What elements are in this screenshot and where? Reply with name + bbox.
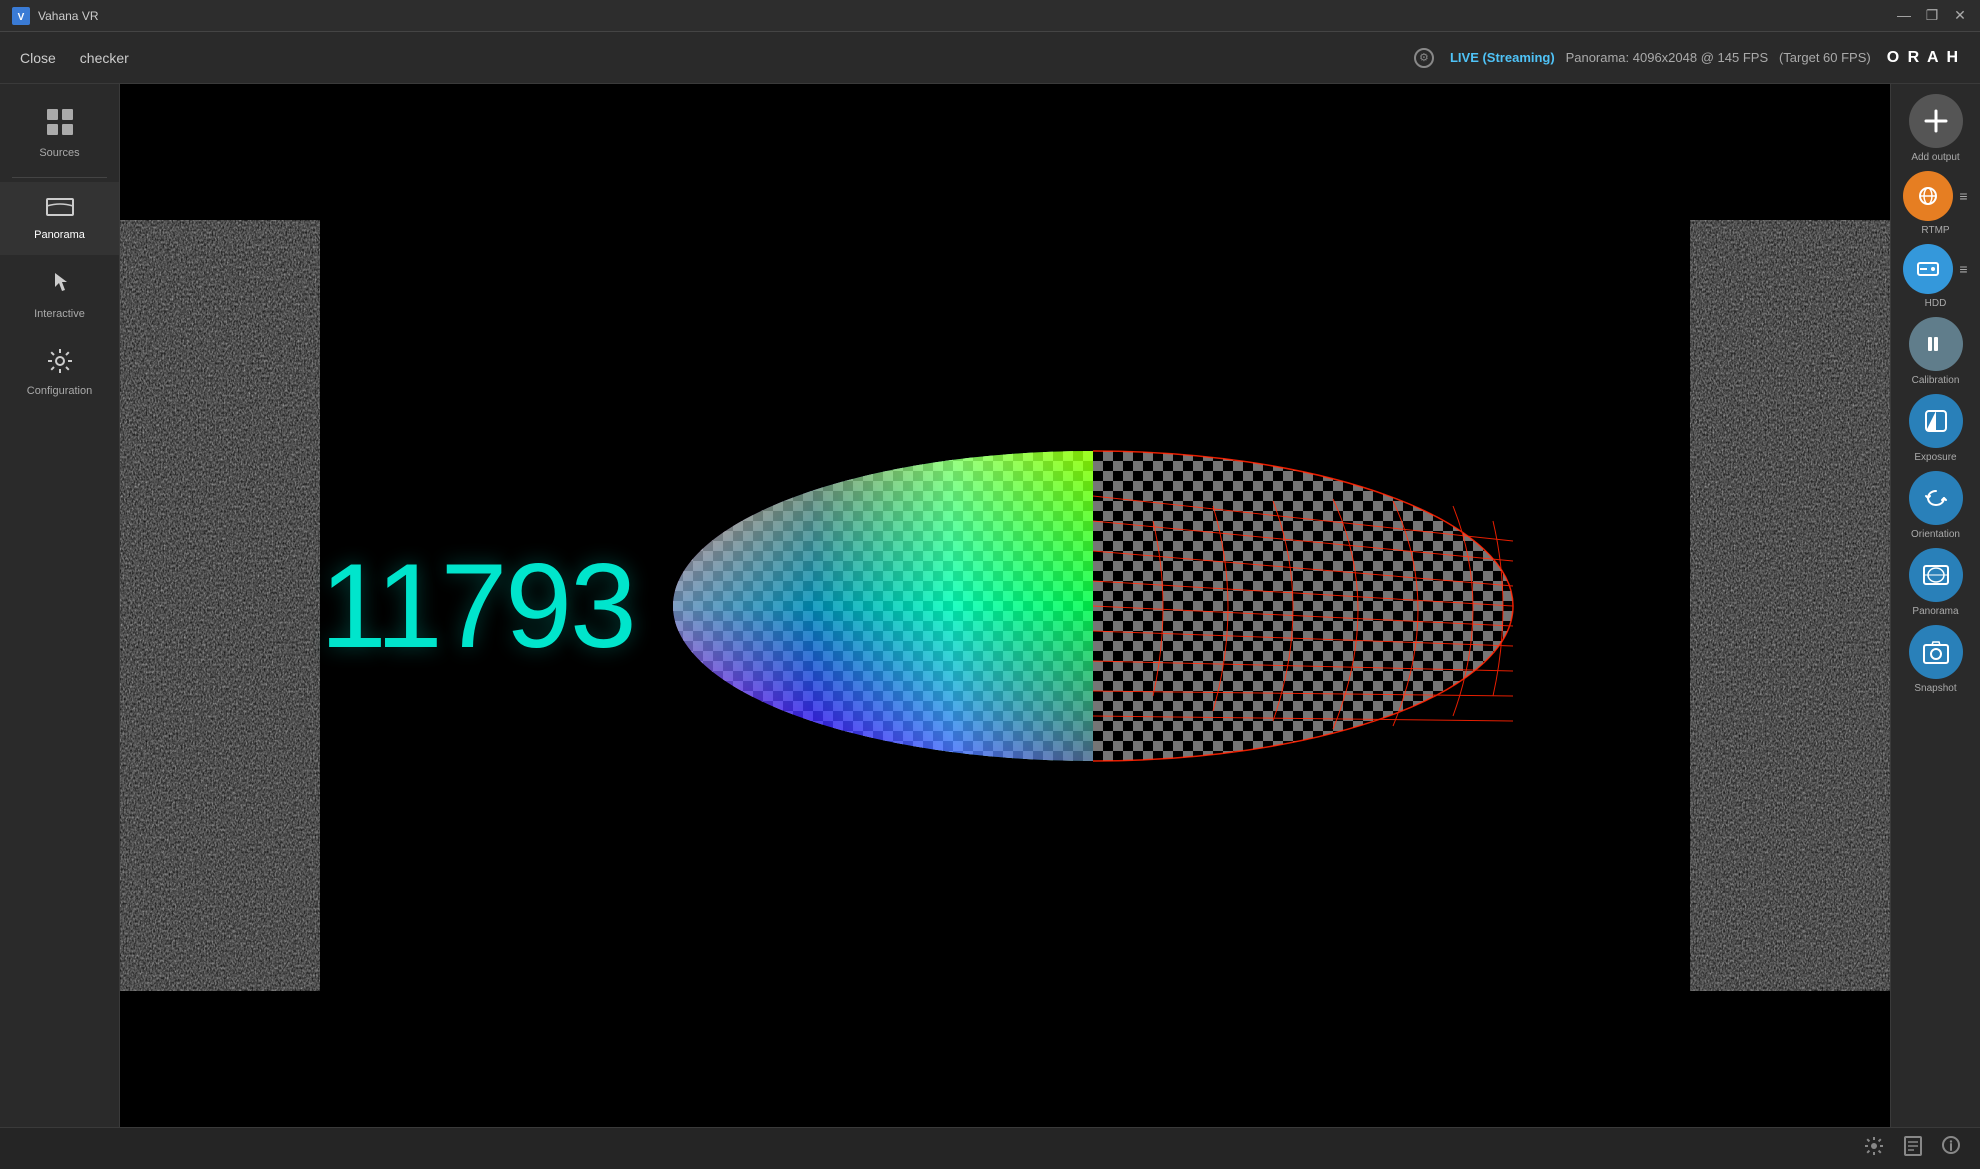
close-source-button[interactable]: Close — [20, 50, 56, 66]
titlebar: V Vahana VR — ❐ ✕ — [0, 0, 1980, 32]
sidebar: Sources Panorama Interactiv — [0, 84, 120, 1127]
configuration-label: Configuration — [27, 385, 92, 397]
app-title: Vahana VR — [38, 9, 1896, 23]
sidebar-item-sources[interactable]: Sources — [0, 94, 119, 173]
settings-icon[interactable] — [1864, 1136, 1884, 1161]
rtmp-label: RTMP — [1921, 225, 1949, 236]
main-area: Sources Panorama Interactiv — [0, 84, 1980, 1127]
add-output-label: Add output — [1911, 152, 1959, 163]
close-button[interactable]: ✕ — [1952, 7, 1968, 24]
live-badge: LIVE (Streaming) — [1450, 50, 1555, 65]
interactive-label: Interactive — [34, 308, 85, 320]
maximize-button[interactable]: ❐ — [1924, 7, 1940, 24]
app-logo-icon: V — [12, 7, 30, 25]
noise-panel-right — [1690, 84, 1890, 1127]
topbar: Close checker ⚙ LIVE (Streaming) Panoram… — [0, 32, 1980, 84]
panorama-button[interactable]: Panorama — [1902, 548, 1970, 617]
rtmp-pipe-icon: ≡ — [1959, 188, 1967, 204]
snapshot-icon — [1909, 625, 1963, 679]
checker-sphere — [653, 441, 1533, 771]
sources-label: Sources — [39, 147, 79, 159]
orientation-icon — [1909, 471, 1963, 525]
snapshot-button[interactable]: Snapshot — [1902, 625, 1970, 694]
noise-panel-left — [120, 84, 320, 1127]
sidebar-item-configuration[interactable]: Configuration — [0, 334, 119, 411]
right-panel: Add output ≡ RTMP — [1890, 84, 1980, 1127]
topbar-right: ⚙ LIVE (Streaming) Panorama: 4096x2048 @… — [1414, 48, 1960, 68]
add-output-button[interactable]: Add output — [1902, 94, 1970, 163]
app-content: Close checker ⚙ LIVE (Streaming) Panoram… — [0, 32, 1980, 1169]
panorama-right-label: Panorama — [1912, 606, 1958, 617]
calibration-button[interactable]: Calibration — [1902, 317, 1970, 386]
sources-icon — [46, 108, 74, 141]
exposure-label: Exposure — [1914, 452, 1956, 463]
sidebar-item-interactive[interactable]: Interactive — [0, 255, 119, 334]
canvas-area[interactable]: 11793 — [120, 84, 1890, 1127]
panorama-right-icon — [1909, 548, 1963, 602]
frame-number: 11793 — [320, 537, 635, 675]
panorama-view: 11793 — [120, 84, 1890, 1127]
window-controls[interactable]: — ❐ ✕ — [1896, 7, 1968, 24]
exposure-icon — [1909, 394, 1963, 448]
calibration-icon — [1909, 317, 1963, 371]
resolution-info: Panorama: 4096x2048 @ 145 FPS — [1566, 50, 1769, 65]
hdd-icon — [1903, 244, 1953, 294]
hdd-pipe-icon: ≡ — [1959, 261, 1967, 277]
panorama-label: Panorama — [34, 229, 85, 241]
panorama-icon — [46, 196, 74, 223]
interactive-icon — [47, 269, 73, 302]
sidebar-item-panorama[interactable]: Panorama — [0, 182, 119, 255]
target-fps: (Target 60 FPS) — [1779, 50, 1871, 65]
snapshot-label: Snapshot — [1914, 683, 1956, 694]
minimize-button[interactable]: — — [1896, 7, 1912, 24]
svg-text:V: V — [18, 12, 25, 23]
rtmp-button[interactable]: ≡ RTMP — [1902, 171, 1970, 236]
status-icon: ⚙ — [1414, 48, 1434, 68]
orientation-button[interactable]: Orientation — [1902, 471, 1970, 540]
add-output-icon — [1909, 94, 1963, 148]
info-icon[interactable] — [1942, 1136, 1960, 1161]
source-name: checker — [80, 50, 129, 66]
sidebar-divider-1 — [12, 177, 107, 178]
calibration-label: Calibration — [1912, 375, 1960, 386]
document-icon[interactable] — [1904, 1136, 1922, 1161]
orientation-label: Orientation — [1911, 529, 1960, 540]
hdd-label: HDD — [1925, 298, 1947, 309]
rtmp-icon — [1903, 171, 1953, 221]
bottombar — [0, 1127, 1980, 1169]
exposure-button[interactable]: Exposure — [1902, 394, 1970, 463]
configuration-icon — [47, 348, 73, 379]
rtmp-row: ≡ — [1896, 171, 1976, 221]
status-text: LIVE (Streaming) Panorama: 4096x2048 @ 1… — [1450, 50, 1871, 65]
topbar-left: Close checker — [20, 50, 129, 66]
hdd-button[interactable]: ≡ HDD — [1902, 244, 1970, 309]
brand-logo: O R A H — [1887, 49, 1960, 67]
hdd-row: ≡ — [1896, 244, 1976, 294]
